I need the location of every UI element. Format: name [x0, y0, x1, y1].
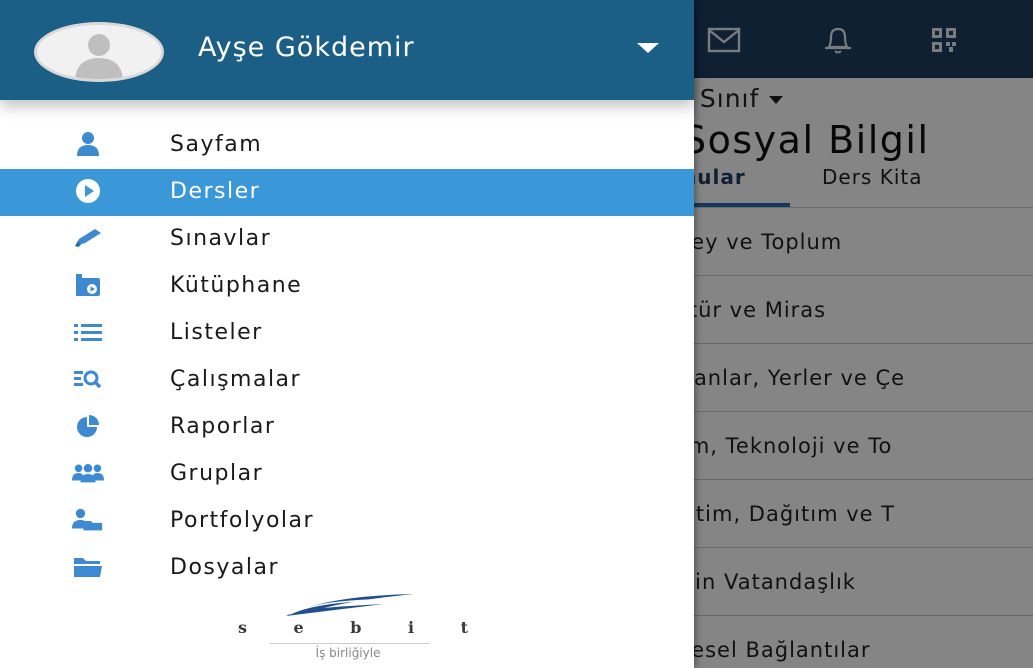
brand-tagline: İş birliğiyle — [315, 646, 381, 660]
menu-item-sinavlar[interactable]: Sınavlar — [0, 216, 694, 263]
menu-item-label: Çalışmalar — [170, 367, 302, 392]
list-icon — [72, 318, 104, 346]
brand-letter: s — [238, 618, 248, 637]
list-search-icon — [72, 365, 104, 393]
menu-item-label: Dersler — [170, 179, 261, 204]
menu-item-label: Kütüphane — [170, 273, 303, 298]
brand-letter: i — [407, 618, 415, 637]
swoosh-logo-icon — [286, 594, 414, 616]
menu-item-label: Dosyalar — [170, 555, 280, 580]
menu-item-label: Raporlar — [170, 414, 276, 439]
brand-logo: s e b i t İş birliğiyle — [226, 592, 470, 664]
pie-chart-icon — [72, 412, 104, 440]
drawer-menu: Sayfam Dersler Sınavlar Kütüphane Listel… — [0, 122, 694, 592]
menu-item-label: Portfolyolar — [170, 508, 315, 533]
group-icon — [72, 459, 104, 487]
video-library-icon — [72, 271, 104, 299]
user-folder-icon — [72, 506, 104, 534]
caret-down-icon[interactable] — [632, 36, 664, 60]
menu-item-label: Sayfam — [170, 132, 263, 157]
menu-item-dersler[interactable]: Dersler — [0, 169, 694, 216]
brand-wordmark: s e b i t — [238, 618, 468, 637]
user-avatar-icon[interactable] — [34, 22, 164, 82]
pencil-icon — [72, 224, 104, 252]
user-name: Ayşe Gökdemir — [198, 32, 415, 63]
menu-item-listeler[interactable]: Listeler — [0, 310, 694, 357]
brand-letter: t — [460, 618, 468, 637]
play-circle-icon — [72, 177, 104, 205]
brand-divider — [270, 643, 430, 644]
menu-item-label: Sınavlar — [170, 226, 272, 251]
menu-item-label: Gruplar — [170, 461, 264, 486]
menu-item-portfolyolar[interactable]: Portfolyolar — [0, 498, 694, 545]
folder-icon — [72, 553, 104, 581]
menu-item-kutuphane[interactable]: Kütüphane — [0, 263, 694, 310]
menu-item-raporlar[interactable]: Raporlar — [0, 404, 694, 451]
brand-letter: e — [293, 618, 304, 637]
menu-item-label: Listeler — [170, 320, 263, 345]
menu-item-sayfam[interactable]: Sayfam — [0, 122, 694, 169]
user-icon — [72, 130, 104, 158]
menu-item-gruplar[interactable]: Gruplar — [0, 451, 694, 498]
menu-item-calismalar[interactable]: Çalışmalar — [0, 357, 694, 404]
navigation-drawer: Ayşe Gökdemir Sayfam Dersler Sınavlar Kü… — [0, 0, 694, 668]
menu-item-dosyalar[interactable]: Dosyalar — [0, 545, 694, 592]
brand-letter: b — [350, 618, 362, 637]
drawer-header[interactable]: Ayşe Gökdemir — [0, 0, 694, 100]
